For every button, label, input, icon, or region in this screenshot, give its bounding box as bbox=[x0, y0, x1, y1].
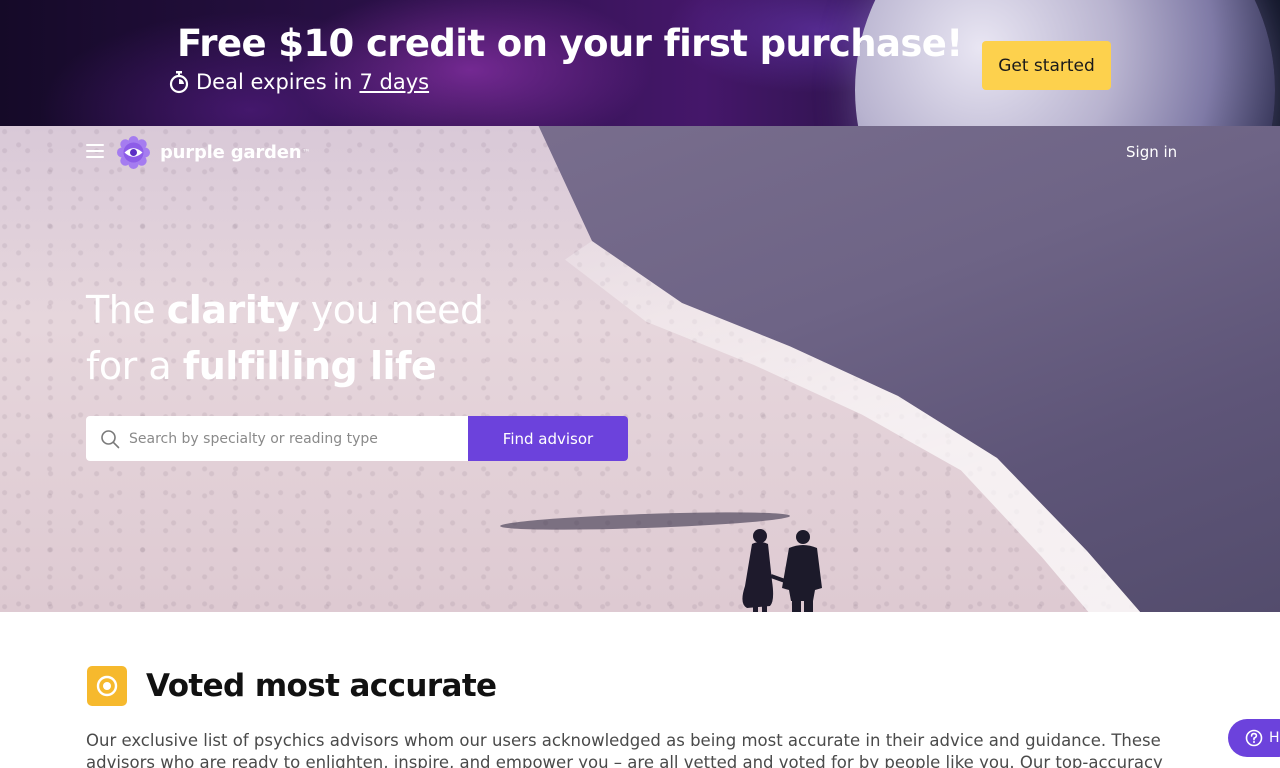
headline-emphasis: clarity bbox=[166, 288, 300, 332]
headline-word: you need bbox=[310, 288, 484, 332]
search-box[interactable] bbox=[86, 416, 468, 461]
walking-couple-image bbox=[742, 529, 822, 612]
logo-trademark: ™ bbox=[302, 148, 311, 157]
top-nav: purple garden ™ Sign in bbox=[0, 126, 1280, 178]
stopwatch-icon bbox=[169, 71, 189, 94]
sign-in-link[interactable]: Sign in bbox=[1126, 143, 1177, 161]
promo-banner: Free $10 credit on your first purchase! … bbox=[0, 0, 1280, 126]
promo-title: Free $10 credit on your first purchase! bbox=[177, 22, 963, 65]
deal-days-link[interactable]: 7 days bbox=[359, 70, 429, 94]
headline-word: for a bbox=[86, 344, 172, 388]
hamburger-menu-icon[interactable] bbox=[86, 144, 104, 160]
section-header: Voted most accurate bbox=[87, 666, 497, 706]
headline-line-1: The clarity you need bbox=[86, 282, 484, 338]
hero-headline: The clarity you need for a fulfilling li… bbox=[86, 282, 484, 394]
search-icon bbox=[101, 429, 120, 448]
find-advisor-button[interactable]: Find advisor bbox=[468, 416, 628, 461]
section-title: Voted most accurate bbox=[146, 668, 497, 704]
advisor-search-form: Find advisor bbox=[86, 416, 628, 461]
section-description: Our exclusive list of psychics advisors … bbox=[86, 731, 1163, 768]
help-button[interactable]: H bbox=[1228, 719, 1280, 757]
search-input[interactable] bbox=[129, 423, 449, 454]
deal-prefix: Deal expires in bbox=[196, 70, 353, 94]
get-started-button[interactable]: Get started bbox=[982, 41, 1111, 90]
help-label: H bbox=[1269, 730, 1280, 746]
question-circle-icon bbox=[1245, 729, 1263, 747]
deal-expiry: Deal expires in 7 days bbox=[168, 70, 429, 94]
headline-emphasis: fulfilling life bbox=[182, 344, 437, 388]
logo[interactable]: purple garden ™ bbox=[117, 136, 310, 169]
headline-word: The bbox=[86, 288, 156, 332]
logo-text: purple garden bbox=[160, 142, 302, 163]
target-icon bbox=[87, 666, 127, 706]
purple-garden-logo-icon bbox=[117, 136, 150, 169]
headline-line-2: for a fulfilling life bbox=[86, 338, 484, 394]
